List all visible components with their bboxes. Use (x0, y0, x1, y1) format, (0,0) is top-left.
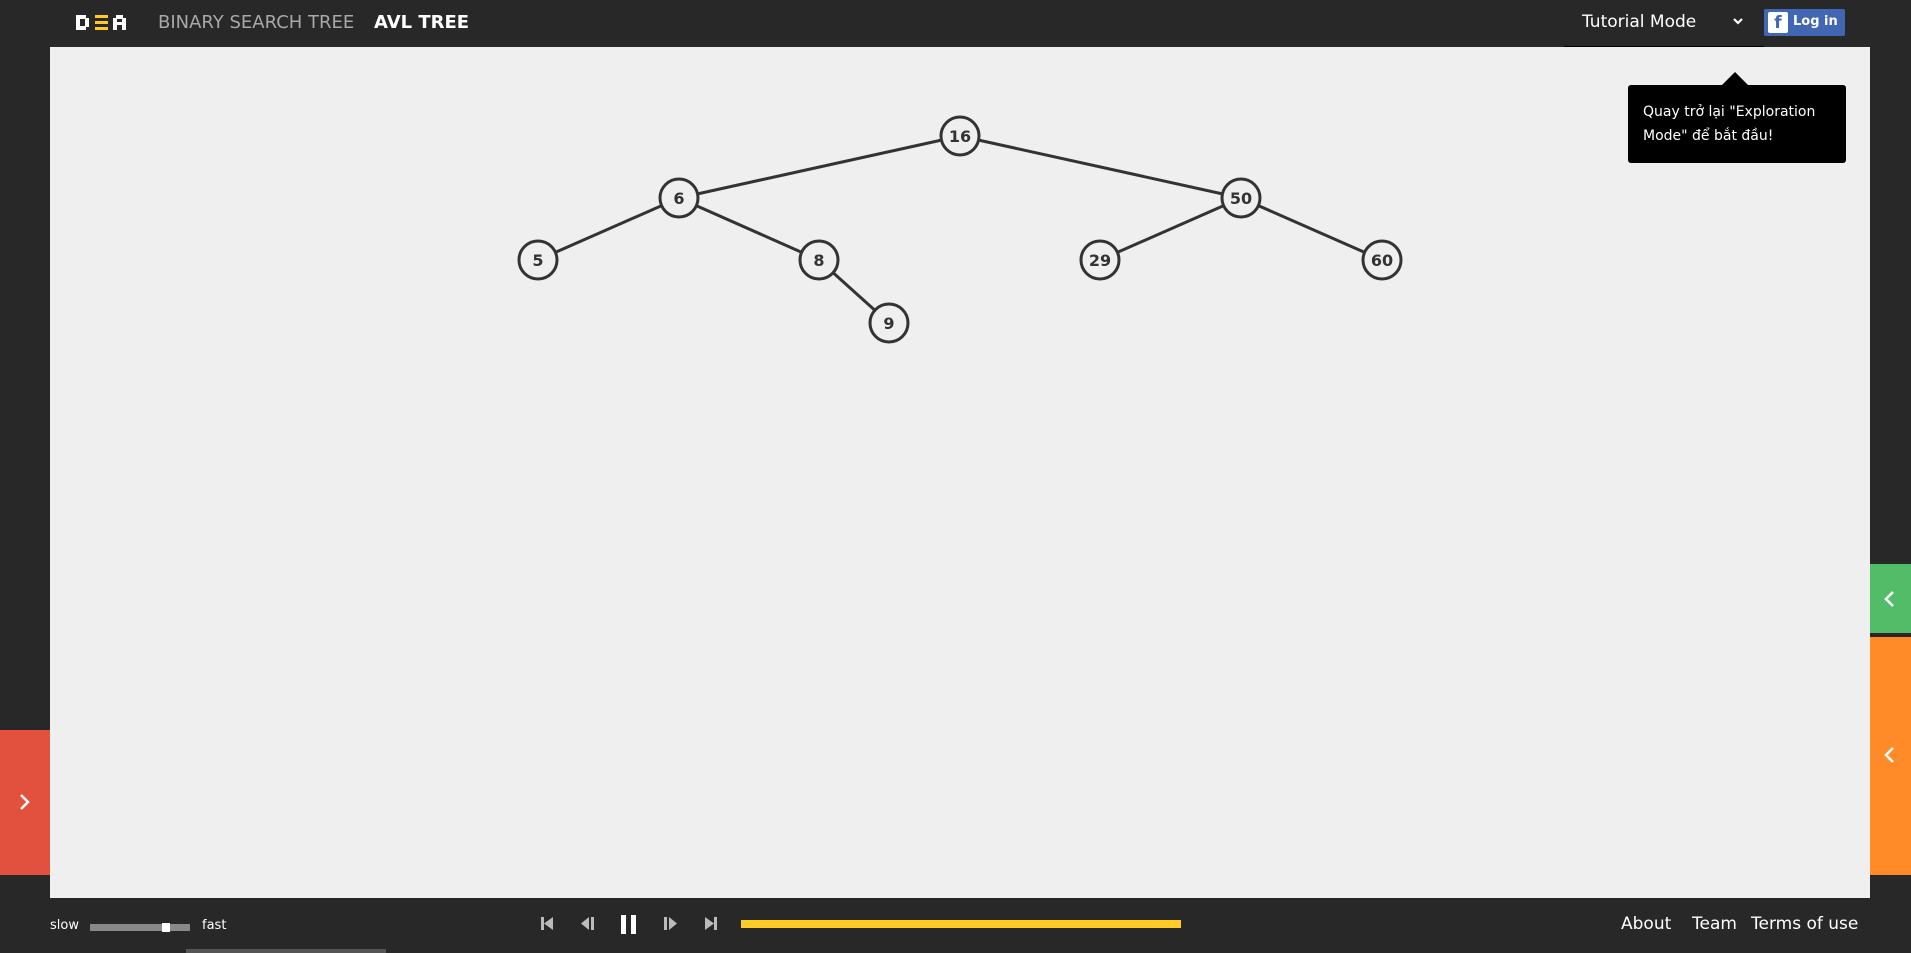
team-link[interactable]: Team (1692, 914, 1737, 934)
facebook-icon: f (1768, 12, 1788, 33)
tree-edge (1240, 196, 1383, 262)
speed-slider[interactable] (90, 923, 190, 932)
nav-item-avl-tree[interactable]: AVL TREE (374, 12, 469, 33)
skip-to-start-icon[interactable] (538, 912, 556, 934)
tree-node-8[interactable]: 8 (798, 239, 840, 281)
tree-edge (678, 134, 961, 200)
nav-item-binary-search-tree[interactable]: BINARY SEARCH TREE (158, 12, 354, 33)
tree-edge (959, 134, 1242, 200)
tree-node-29[interactable]: 29 (1079, 239, 1121, 281)
mode-select[interactable]: Tutorial Mode (1564, 0, 1764, 48)
facebook-login-button[interactable]: f Log in (1764, 9, 1845, 36)
speed-slider-thumb[interactable] (161, 923, 170, 932)
step-forward-icon[interactable] (662, 912, 680, 934)
tree-node-label: 8 (813, 251, 824, 270)
about-link[interactable]: About (1621, 914, 1671, 934)
tree-edge (537, 196, 680, 262)
tree-node-50[interactable]: 50 (1220, 177, 1262, 219)
top-bar: BINARY SEARCH TREE AVL TREE Tutorial Mod… (0, 0, 1911, 48)
avl-tree: 16 6 50 5 8 29 60 9 (517, 115, 1403, 344)
pause-icon[interactable] (618, 912, 640, 936)
mode-select-label: Tutorial Mode (1582, 12, 1697, 32)
tree-node-label: 50 (1230, 189, 1252, 208)
bottom-bar: slow fast About Team Terms of use (0, 898, 1911, 953)
tree-node-9[interactable]: 9 (868, 302, 910, 344)
tooltip-arrow (1722, 72, 1748, 85)
tree-node-16[interactable]: 16 (939, 115, 981, 157)
animation-progress-fill (741, 920, 1181, 928)
scroll-indicator (186, 949, 386, 953)
step-back-icon[interactable] (578, 912, 596, 934)
tree-node-label: 5 (532, 251, 543, 270)
tree-edge (678, 196, 820, 262)
tutorial-tooltip: Quay trở lại "Exploration Mode" để bắt đ… (1628, 85, 1846, 163)
tree-node-label: 60 (1371, 251, 1393, 270)
tree-node-60[interactable]: 60 (1361, 239, 1403, 281)
actions-panel-tab[interactable] (0, 730, 50, 875)
tooltip-text: Quay trở lại "Exploration Mode" để bắt đ… (1643, 104, 1816, 144)
visualgo-logo[interactable] (76, 12, 128, 34)
chevron-left-icon (1884, 747, 1894, 763)
speed-fast-label: fast (202, 918, 227, 933)
chevron-left-icon (1884, 591, 1894, 607)
terms-of-use-link[interactable]: Terms of use (1751, 914, 1858, 934)
chevron-right-icon (20, 794, 30, 810)
tree-edge (1099, 196, 1242, 262)
visualization-canvas[interactable]: 16 6 50 5 8 29 60 9 (50, 47, 1870, 898)
tree-node-5[interactable]: 5 (517, 239, 559, 281)
skip-to-end-icon[interactable] (702, 912, 720, 934)
tree-node-label: 29 (1089, 251, 1111, 270)
operations-panel-tab[interactable] (1870, 564, 1911, 633)
chevron-down-icon (1733, 18, 1743, 25)
tree-node-label: 9 (883, 314, 894, 333)
login-label: Log in (1793, 14, 1838, 29)
speed-slow-label: slow (50, 918, 79, 933)
tree-node-6[interactable]: 6 (658, 177, 700, 219)
tree-node-label: 6 (673, 189, 684, 208)
status-panel-tab[interactable] (1870, 637, 1911, 875)
animation-progress-bar[interactable] (741, 920, 1181, 928)
tree-node-label: 16 (949, 127, 971, 146)
